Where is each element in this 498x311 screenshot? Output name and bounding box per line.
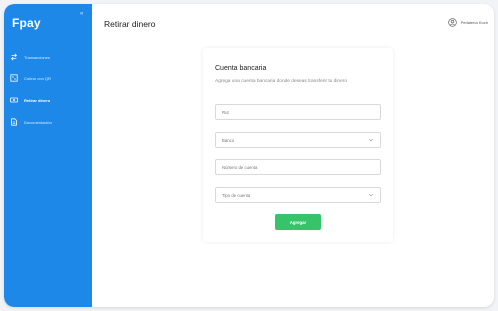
double-chevron-left-icon[interactable]: «	[80, 11, 83, 17]
banco-select[interactable]: Banco	[215, 132, 381, 148]
chevron-down-icon	[368, 193, 374, 197]
banco-placeholder: Banco	[222, 137, 235, 143]
chevron-down-icon	[368, 138, 374, 142]
tipo-cuenta-placeholder: Tipo de cuenta	[222, 192, 251, 198]
tipo-cuenta-select[interactable]: Tipo de cuenta	[215, 187, 381, 203]
bank-account-card: Cuenta bancaria Agrega una cuenta bancar…	[203, 48, 393, 242]
numero-cuenta-placeholder: Número de cuenta	[222, 164, 258, 170]
sidebar-item-label: Transacciones	[24, 54, 50, 60]
user-name: Pedalería Koch	[460, 20, 488, 25]
sidebar-item-transacciones[interactable]: Transacciones	[10, 50, 86, 64]
sidebar-item-label: Retirar dinero	[24, 97, 51, 103]
sidebar-item-documentacion[interactable]: Documentación	[10, 115, 86, 129]
app-window: Fpay « Transacciones Cobrar con QR Retir…	[4, 4, 494, 307]
card-title: Cuenta bancaria	[215, 65, 267, 72]
sidebar-item-retirar-dinero[interactable]: Retirar dinero	[10, 93, 86, 107]
rut-placeholder: Rut	[222, 109, 229, 115]
user-circle-icon	[447, 18, 457, 27]
qr-code-icon	[10, 74, 18, 82]
numero-cuenta-input[interactable]: Número de cuenta	[215, 159, 381, 175]
arrows-transfer-icon	[11, 53, 17, 61]
rut-input[interactable]: Rut	[215, 104, 381, 120]
fpay-logo: Fpay	[12, 16, 41, 30]
page-title: Retirar dinero	[104, 19, 156, 29]
sidebar-item-label: Cobrar con QR	[24, 75, 51, 81]
money-icon	[10, 97, 18, 103]
sidebar-item-label: Documentación	[24, 119, 52, 125]
user-menu[interactable]: Pedalería Koch	[447, 18, 488, 27]
sidebar: Fpay « Transacciones Cobrar con QR Retir…	[4, 4, 92, 307]
document-icon	[11, 118, 17, 126]
sidebar-item-cobrar-qr[interactable]: Cobrar con QR	[10, 71, 86, 85]
card-description: Agrega una cuenta bancaria donde deseas …	[215, 79, 348, 84]
agregar-button[interactable]: Agregar	[275, 214, 321, 230]
